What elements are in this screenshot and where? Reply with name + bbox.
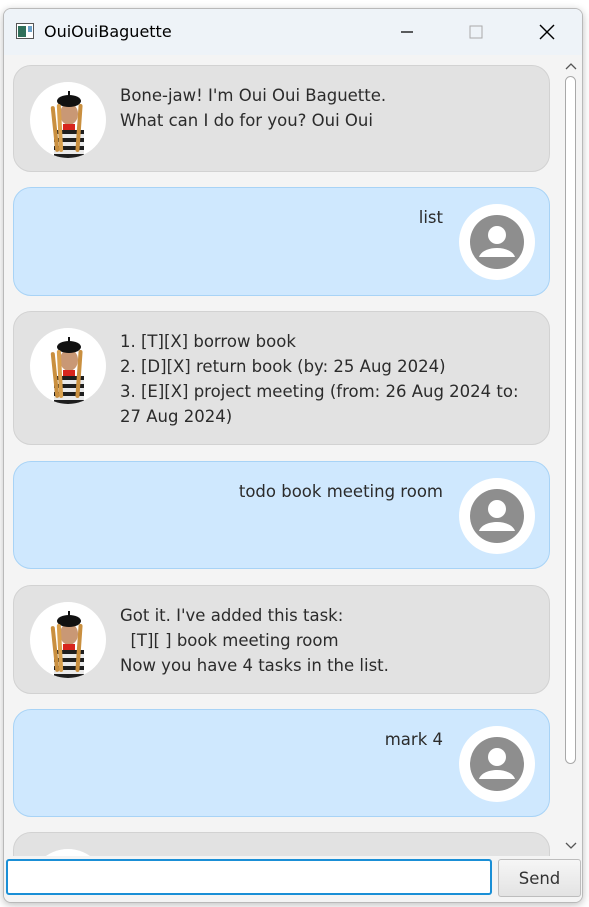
user-message: todo book meeting room	[13, 461, 550, 569]
user-icon	[470, 215, 524, 269]
user-avatar	[459, 726, 535, 802]
bot-message-text: Got it. I've added this task: [T][ ] boo…	[120, 606, 389, 675]
user-input-field[interactable]	[6, 859, 492, 895]
minimize-icon	[401, 31, 413, 33]
input-bar: Send	[4, 856, 582, 902]
chevron-down-icon	[565, 842, 577, 849]
window-title: OuiOuiBaguette	[44, 22, 172, 41]
bot-avatar	[30, 849, 106, 856]
user-message-text: list	[418, 208, 443, 227]
mime-baguette-icon	[50, 611, 84, 678]
bot-avatar	[30, 328, 106, 404]
mime-baguette-icon	[30, 849, 106, 856]
bot-message: Bone-jaw! I'm Oui Oui Baguette. What can…	[13, 65, 550, 172]
vertical-scrollbar[interactable]	[562, 56, 580, 856]
scroll-up-button[interactable]	[565, 60, 577, 72]
scroll-down-button[interactable]	[565, 840, 577, 852]
scrollbar-thumb[interactable]	[565, 76, 576, 764]
send-button[interactable]: Send	[498, 859, 581, 897]
user-icon	[470, 489, 524, 543]
close-icon	[539, 24, 555, 40]
bot-message-partial	[13, 832, 550, 856]
app-icon	[16, 23, 34, 39]
bot-message: Got it. I've added this task: [T][ ] boo…	[13, 585, 550, 694]
user-icon	[470, 737, 524, 791]
dialog-container[interactable]: Bone-jaw! I'm Oui Oui Baguette. What can…	[4, 56, 582, 856]
chevron-up-icon	[565, 63, 577, 70]
bot-message-text: Bone-jaw! I'm Oui Oui Baguette. What can…	[120, 86, 387, 130]
bot-avatar	[30, 602, 106, 678]
bot-message-text: 1. [T][X] borrow book 2. [D][X] return b…	[120, 332, 519, 426]
user-avatar	[459, 204, 535, 280]
user-avatar	[459, 478, 535, 554]
maximize-button[interactable]	[453, 9, 499, 55]
user-message-text: mark 4	[384, 730, 443, 749]
user-message: list	[13, 187, 550, 296]
maximize-icon	[469, 25, 483, 39]
mime-baguette-icon	[50, 337, 84, 404]
app-window: OuiOuiBaguette Bone-jaw! I'm Oui Oui Bag…	[3, 8, 583, 903]
title-bar[interactable]: OuiOuiBaguette	[4, 9, 582, 55]
user-message-text: todo book meeting room	[238, 482, 443, 501]
mime-baguette-icon	[50, 91, 84, 158]
bot-message: 1. [T][X] borrow book 2. [D][X] return b…	[13, 311, 550, 445]
close-button[interactable]	[524, 9, 570, 55]
user-message: mark 4	[13, 709, 550, 817]
bot-avatar	[30, 82, 106, 158]
minimize-button[interactable]	[384, 9, 430, 55]
